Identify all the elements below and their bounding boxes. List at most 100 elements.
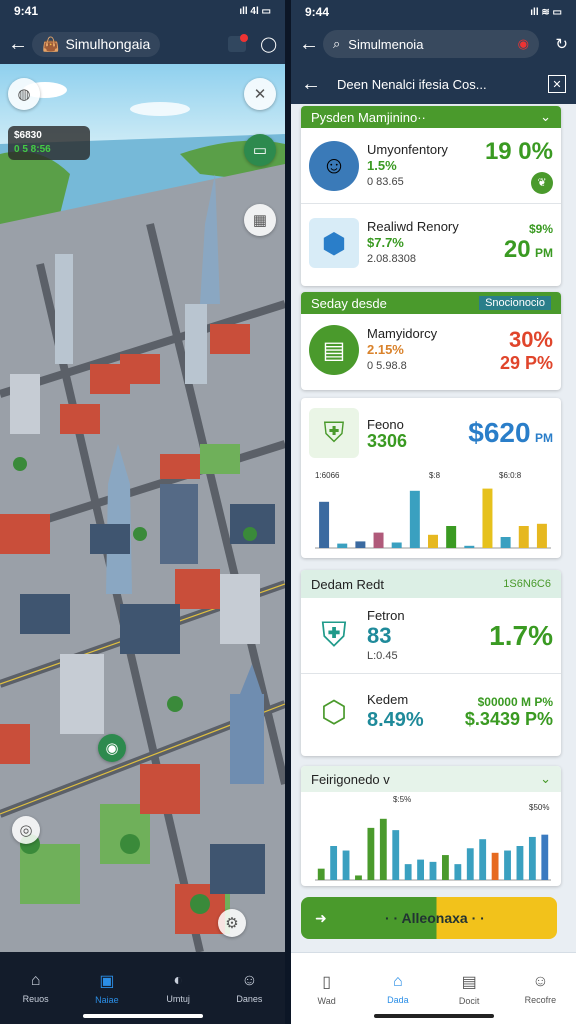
- section-badge[interactable]: Snocionocio: [479, 296, 551, 310]
- chart-bar: [342, 850, 350, 880]
- item-right-value: 1.7%: [489, 619, 553, 651]
- nav-item-0[interactable]: ▯ Wad: [291, 953, 362, 1024]
- item-value: $620: [468, 417, 531, 448]
- city-map-view[interactable]: ◍ ✕ ▭ ▦ ◉ ◎ ⚙: [0, 64, 285, 979]
- nav-label: Reuos: [22, 994, 49, 1004]
- list-item[interactable]: ⛨ Fetron 83 L:0.45 1.7%: [301, 598, 561, 674]
- section-header[interactable]: Feirigonedo v ⌄: [301, 766, 561, 792]
- item-name: Umyonfentory: [367, 141, 448, 157]
- chart-bar: [454, 864, 462, 880]
- subheader-title: Deen Nenalci ifesia Cos...: [337, 76, 487, 92]
- chart-bar: [355, 875, 362, 880]
- list-item[interactable]: ⛨ Feono 3306 $620 PM: [301, 398, 561, 468]
- list-item[interactable]: ☺ Umyonfentory 1.5% 0 83.65 19 0% ❦: [301, 128, 561, 204]
- status-bar: 9:41 ıll 4l ▭: [0, 0, 285, 22]
- app-title: Simulhongaia: [65, 36, 151, 52]
- chart-bar: [479, 839, 487, 880]
- primary-action-button[interactable]: ➜ · · Alleonaxa · ·: [301, 897, 557, 939]
- chart-bar: [428, 534, 438, 548]
- sub-header: ← Deen Nenalci ifesia Cos... ✕: [291, 64, 576, 104]
- refresh-icon[interactable]: ↻: [555, 35, 568, 53]
- trend-card: Feirigonedo v ⌄ $:5% $50%: [301, 766, 561, 886]
- list-item[interactable]: ▤ Mamyidorcy 2.15% 0 5.98.8 30% 29 P%: [301, 314, 561, 386]
- chart-label: $6:0:8: [499, 471, 522, 480]
- item-value: 19 0%: [484, 137, 553, 165]
- list-item[interactable]: ⬢ Realiwd Renory $7.7% 2.08.8308 $9% 20 …: [301, 204, 561, 282]
- supply-card: Seday desde Snocionocio ▤ Mamyidorcy 2.1…: [301, 292, 561, 390]
- section-header[interactable]: Pysden Mamjinino·· ⌄: [301, 106, 561, 128]
- cube-icon: ⬢: [309, 218, 359, 268]
- phone-icon: ▯: [322, 973, 332, 991]
- chart-bar: [429, 861, 437, 880]
- globe-icon[interactable]: ◍: [8, 78, 40, 110]
- item-name: Realiwd Renory: [367, 219, 459, 234]
- item-right-value: $.3439 P%: [464, 708, 553, 729]
- item-sub: 0 83.65: [367, 175, 404, 188]
- chart-bar: [482, 488, 493, 548]
- item-value-2: 29 P%: [499, 352, 553, 373]
- home-icon: ▣: [99, 973, 115, 990]
- list-item[interactable]: ⬡ Kedem 8.49% $00000 M P% $.3439 P%: [301, 674, 561, 750]
- hud-rate: 0 5 8:56: [14, 144, 51, 155]
- item-pct: 3306: [367, 431, 408, 451]
- app-bar: ← 👜 Simulhongaia ◯: [0, 24, 285, 64]
- close-icon[interactable]: ✕: [548, 75, 566, 93]
- map-marker-icon[interactable]: ◉: [98, 734, 126, 762]
- chart-label: 1:6066: [315, 471, 340, 480]
- item-name: Mamyidorcy: [367, 326, 438, 341]
- nav-label: Naiae: [95, 995, 119, 1005]
- compass-icon[interactable]: ✕: [244, 78, 276, 110]
- app-bar: ← ⌕ Simulmenoia ◉ ↻: [291, 24, 576, 64]
- person-icon: ☺: [532, 972, 549, 990]
- status-time: 9:41: [14, 4, 39, 18]
- trend-bar-chart: $:5% $50%: [315, 795, 551, 881]
- item-value: 8.49%: [367, 709, 424, 731]
- record-icon[interactable]: [228, 34, 249, 52]
- globe-icon: ◐: [173, 972, 183, 989]
- back-arrow-icon[interactable]: ←: [299, 33, 323, 56]
- nav-item-0[interactable]: ⌂ Reuos: [0, 952, 71, 1024]
- section-header[interactable]: Dedam Redt 1S6N6C6: [301, 570, 561, 598]
- chart-label: $:5%: [393, 795, 411, 804]
- chart-bar: [417, 859, 424, 880]
- people-icon: ☺: [241, 972, 258, 989]
- back-arrow-icon[interactable]: ←: [301, 73, 325, 96]
- section-header[interactable]: Seday desde Snocionocio: [301, 292, 561, 314]
- nav-item-3[interactable]: ☺ Recofre: [505, 953, 576, 1024]
- item-value-unit: PM: [535, 431, 553, 445]
- record-icon[interactable]: ◉: [518, 36, 529, 52]
- nav-item-3[interactable]: ☺ Danes: [214, 952, 285, 1024]
- title-pill[interactable]: 👜 Simulhongaia: [32, 31, 161, 57]
- item-sub: L:0.45: [367, 649, 398, 662]
- settings-icon[interactable]: ⚙: [218, 909, 246, 937]
- camera-icon[interactable]: ◎: [12, 816, 40, 844]
- chart-bar: [409, 490, 420, 548]
- chat-bubble-icon[interactable]: ▭: [244, 134, 276, 166]
- left-phone-screen: 9:41 ıll 4l ▭ ← 👜 Simulhongaia ◯ ◍ ✕ ▭ ▦…: [0, 0, 285, 1024]
- city-map-illustration: [0, 64, 285, 979]
- chat-icon[interactable]: ◯: [260, 35, 277, 53]
- hud-balance: $6830: [14, 130, 42, 141]
- building-icon[interactable]: ▦: [244, 204, 276, 236]
- chart-label: $:8: [429, 471, 441, 480]
- status-time: 9:44: [305, 5, 330, 19]
- nav-label: Dada: [387, 994, 409, 1005]
- arrow-right-icon: ➜: [315, 909, 327, 926]
- chevron-down-icon: ⌄: [540, 109, 551, 124]
- item-name: Fetron: [367, 607, 405, 623]
- search-text: Simulmenoia: [348, 36, 424, 52]
- document-icon: ▤: [461, 973, 477, 991]
- leaf-icon: ❦: [531, 171, 553, 194]
- item-pct: $7.7%: [367, 235, 404, 250]
- chart-bar: [355, 541, 366, 548]
- item-value: 83: [367, 622, 392, 648]
- nav-label: Umtuj: [166, 994, 190, 1004]
- item-pct: 2.15%: [367, 342, 404, 357]
- item-name: Kedem: [367, 692, 409, 707]
- chart-bar: [528, 836, 536, 880]
- back-arrow-icon[interactable]: ←: [8, 33, 32, 56]
- home-indicator: [82, 1014, 203, 1018]
- chart-bar: [491, 852, 499, 880]
- shield-icon: ⛨: [309, 408, 359, 458]
- search-pill[interactable]: ⌕ Simulmenoia ◉: [323, 30, 539, 58]
